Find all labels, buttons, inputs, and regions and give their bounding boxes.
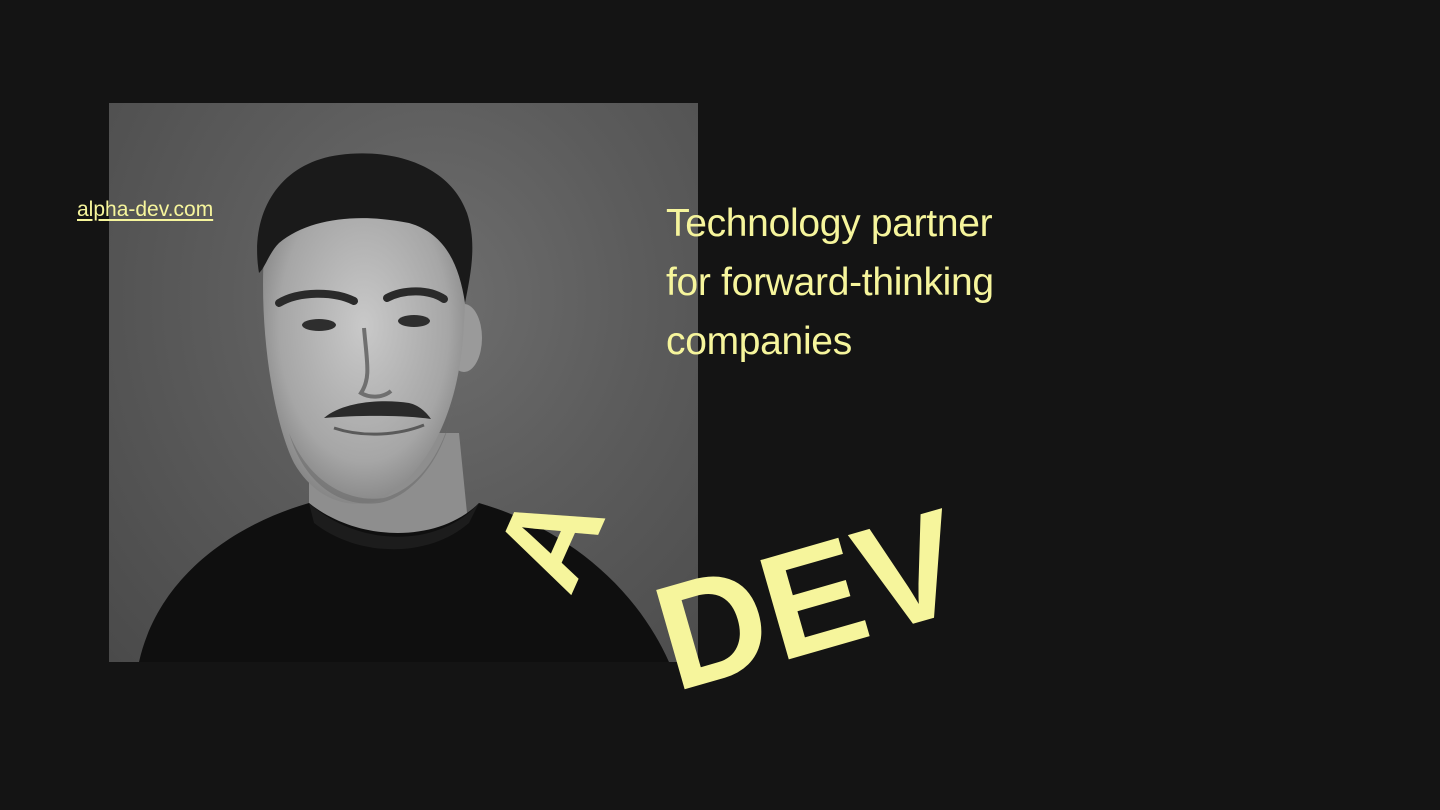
logo-letter-a: A — [490, 470, 631, 609]
tagline-line: for forward-thinking — [666, 261, 994, 304]
tagline-line: companies — [666, 320, 852, 363]
tagline-line: Technology partner — [666, 202, 993, 245]
hero-section: alpha-dev.com Technology partner for for… — [0, 0, 1440, 810]
alpha-dev-logo: A DEV — [490, 470, 981, 710]
logo-letters-dev: DEV — [638, 476, 981, 710]
site-link[interactable]: alpha-dev.com — [77, 198, 213, 222]
tagline: Technology partner for forward-thinking … — [666, 194, 1126, 371]
